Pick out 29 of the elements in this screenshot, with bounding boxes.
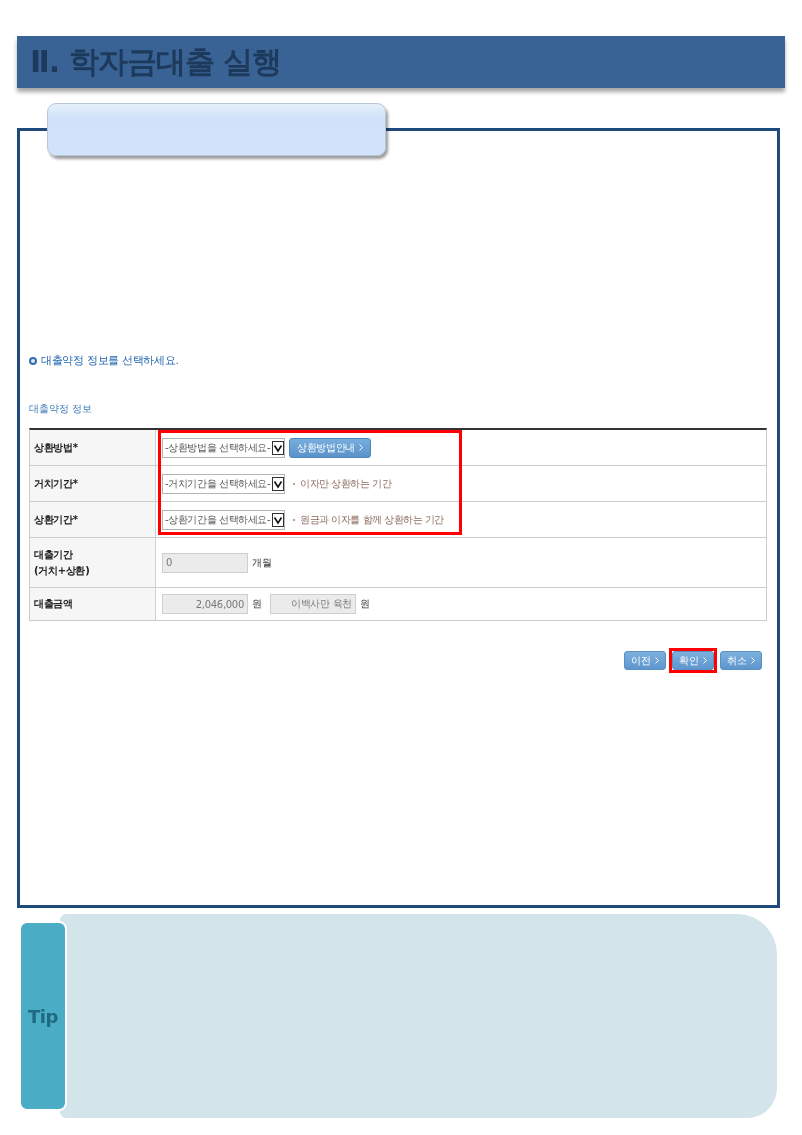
section-title: 대출약정 정보 <box>29 402 93 415</box>
select-field[interactable]: -상환기간을 선택하세요- <box>162 509 286 530</box>
chevron-right-icon <box>751 657 755 664</box>
input-field[interactable]: 이백사만 육천 <box>270 594 356 614</box>
input-field[interactable]: 2,046,000 <box>162 594 248 614</box>
field-label: 상환기간* <box>30 502 156 537</box>
select-field[interactable]: -거치기간을 선택하세요- <box>162 473 286 494</box>
select-field[interactable]: -상환방법을 선택하세요- <box>162 437 286 458</box>
unit-label: 원 <box>360 597 370 611</box>
ring-bullet-icon <box>29 357 37 365</box>
chevron-right-icon <box>655 657 659 664</box>
unit-label: 개월 <box>252 555 272 570</box>
nav-button[interactable]: 확인 <box>672 651 714 670</box>
tip-label: Tip <box>19 921 67 1111</box>
repayment-guide-button[interactable]: 상환방법안내 <box>289 437 371 458</box>
field-label: 상환방법* <box>30 430 156 465</box>
unit-label: 원 <box>252 597 262 611</box>
nav-button[interactable]: 취소 <box>720 651 762 670</box>
chevron-right-icon <box>703 657 707 664</box>
hint-text: 원금과 이자를 함께 상환하는 기간 <box>300 512 444 527</box>
field-label: 거치기간* <box>30 466 156 501</box>
instruction-text: 대출약정 정보를 선택하세요. <box>41 354 179 368</box>
nav-button[interactable]: 이전 <box>624 651 666 670</box>
chevron-right-icon <box>358 444 363 451</box>
input-field[interactable]: 0 <box>162 552 248 573</box>
field-label: 대출기간 (거치+상환) <box>30 538 156 587</box>
page-title: Ⅱ. 학자금대출 실행 <box>17 36 785 88</box>
field-label: 대출금액 <box>30 588 156 620</box>
hint-text: 이자만 상환하는 기간 <box>300 476 392 491</box>
